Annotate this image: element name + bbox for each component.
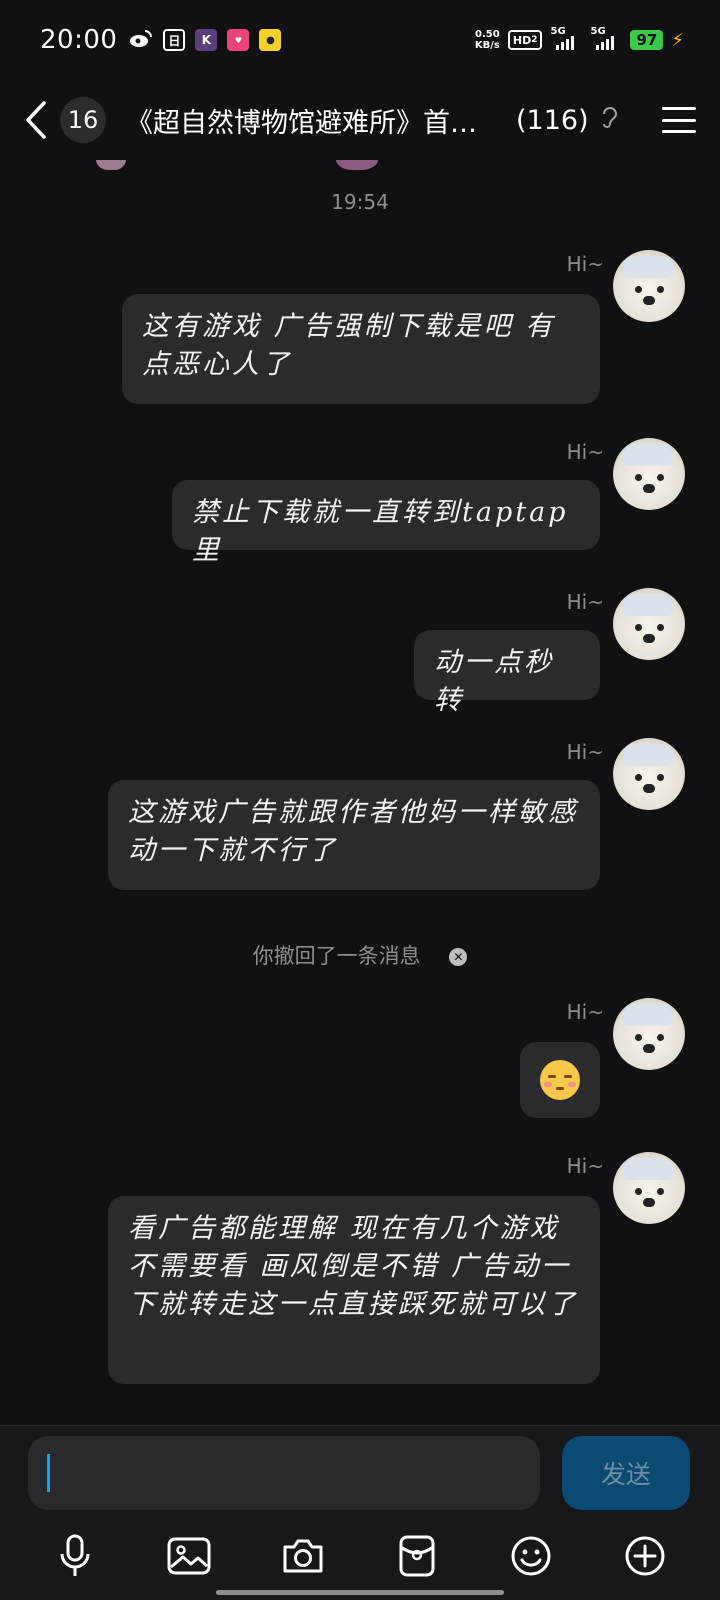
pink-app-icon: ♥ bbox=[227, 29, 250, 51]
avatar[interactable] bbox=[613, 998, 685, 1070]
avatar[interactable] bbox=[613, 1152, 685, 1224]
message-timestamp: 19:54 bbox=[331, 190, 389, 214]
avatar[interactable] bbox=[613, 250, 685, 322]
sender-nickname: Hi~ bbox=[566, 1000, 604, 1024]
hd-sub: 2 bbox=[531, 35, 538, 45]
avatar[interactable] bbox=[613, 588, 685, 660]
signal-sim2-icon: 5G bbox=[590, 26, 622, 50]
sim2-label: 5G bbox=[590, 26, 606, 37]
signal-sim1-icon: 5G bbox=[550, 26, 582, 50]
camera-button[interactable] bbox=[278, 1531, 328, 1581]
sender-nickname: Hi~ bbox=[566, 590, 604, 614]
sticker-image bbox=[96, 160, 396, 184]
message-bubble[interactable] bbox=[520, 1042, 600, 1118]
camera-icon bbox=[283, 1539, 323, 1573]
battery-icon: 97 bbox=[630, 30, 664, 50]
album-button[interactable] bbox=[164, 1531, 214, 1581]
hd-voice-icon: HD 2 bbox=[507, 30, 543, 50]
text-cursor bbox=[47, 1454, 50, 1492]
emoji-button[interactable] bbox=[506, 1531, 556, 1581]
chevron-left-icon bbox=[26, 101, 46, 139]
image-icon bbox=[167, 1537, 211, 1575]
red-packet-icon bbox=[399, 1535, 435, 1577]
battery-level: 97 bbox=[636, 31, 658, 49]
unread-count-badge[interactable]: 16 bbox=[60, 97, 106, 143]
input-toolbar bbox=[0, 1526, 720, 1586]
sender-nickname: Hi~ bbox=[566, 740, 604, 764]
close-icon[interactable]: ✕ bbox=[449, 948, 468, 966]
relieved-face-emoji-icon bbox=[540, 1060, 580, 1100]
more-button[interactable] bbox=[620, 1531, 670, 1581]
input-area: 发送 bbox=[0, 1425, 720, 1600]
plus-circle-icon bbox=[625, 1536, 665, 1576]
voice-button[interactable] bbox=[50, 1531, 100, 1581]
net-speed-value: 0.50 bbox=[475, 29, 500, 40]
message-bubble[interactable]: 动一点秒转 bbox=[414, 630, 600, 716]
charging-icon: ⚡ bbox=[671, 29, 684, 51]
sim1-label: 5G bbox=[550, 26, 566, 37]
avatar[interactable] bbox=[613, 438, 685, 510]
net-speed-unit: KB/s bbox=[474, 40, 500, 51]
sender-nickname: Hi~ bbox=[566, 440, 604, 464]
message-bubble[interactable]: 看广告都能理解 现在有几个游戏不需要看 画风倒是不错 广告动一下就转走这一点直接… bbox=[108, 1196, 600, 1384]
weibo-icon bbox=[129, 27, 153, 53]
ear-icon[interactable] bbox=[601, 105, 619, 135]
sender-nickname: Hi~ bbox=[566, 252, 604, 276]
red-packet-button[interactable] bbox=[392, 1531, 442, 1581]
send-button[interactable]: 发送 bbox=[562, 1436, 690, 1510]
recall-notice-text: 你撤回了一条消息 bbox=[252, 944, 421, 968]
yellow-app-icon: ● bbox=[259, 29, 282, 51]
sender-nickname: Hi~ bbox=[566, 1154, 604, 1178]
group-title[interactable]: 《超自然博物馆避难所》首… bbox=[126, 101, 506, 140]
status-bar: 20:00 日 K ♥ ● 0.50 KB/s HD 2 5G 5G 97 ⚡ bbox=[0, 0, 720, 80]
status-time: 20:00 bbox=[40, 25, 118, 55]
recall-notice: 你撤回了一条消息 ✕ bbox=[0, 940, 720, 970]
menu-icon[interactable] bbox=[662, 107, 696, 133]
notification-icons: 日 K ♥ ● bbox=[129, 27, 282, 53]
back-button[interactable] bbox=[24, 95, 60, 145]
k-app-icon: K bbox=[195, 29, 218, 51]
smiley-icon bbox=[511, 1536, 551, 1576]
message-bubble[interactable]: 这有游戏 广告强制下载是吧 有点恶心人了 bbox=[122, 294, 600, 404]
message-input[interactable] bbox=[28, 1436, 540, 1510]
message-bubble[interactable]: 禁止下载就一直转到taptap里 bbox=[172, 480, 600, 566]
home-indicator[interactable] bbox=[216, 1590, 504, 1595]
member-count[interactable]: (116) bbox=[516, 105, 589, 136]
microphone-icon bbox=[60, 1534, 90, 1576]
message-bubble[interactable]: 这游戏广告就跟作者他妈一样敏感 动一下就不行了 bbox=[108, 780, 600, 890]
square-app-icon: 日 bbox=[163, 29, 186, 51]
chat-header: 16 《超自然博物馆避难所》首… (116) bbox=[0, 80, 720, 160]
net-speed: 0.50 KB/s bbox=[475, 29, 500, 51]
chat-message-list[interactable]: 19:54 Hi~ 这有游戏 广告强制下载是吧 有点恶心人了 Hi~ 禁止下载就… bbox=[0, 160, 720, 1425]
status-indicators: 0.50 KB/s HD 2 5G 5G 97 ⚡ bbox=[475, 26, 684, 51]
hd-label: HD bbox=[512, 33, 532, 47]
avatar[interactable] bbox=[613, 738, 685, 810]
